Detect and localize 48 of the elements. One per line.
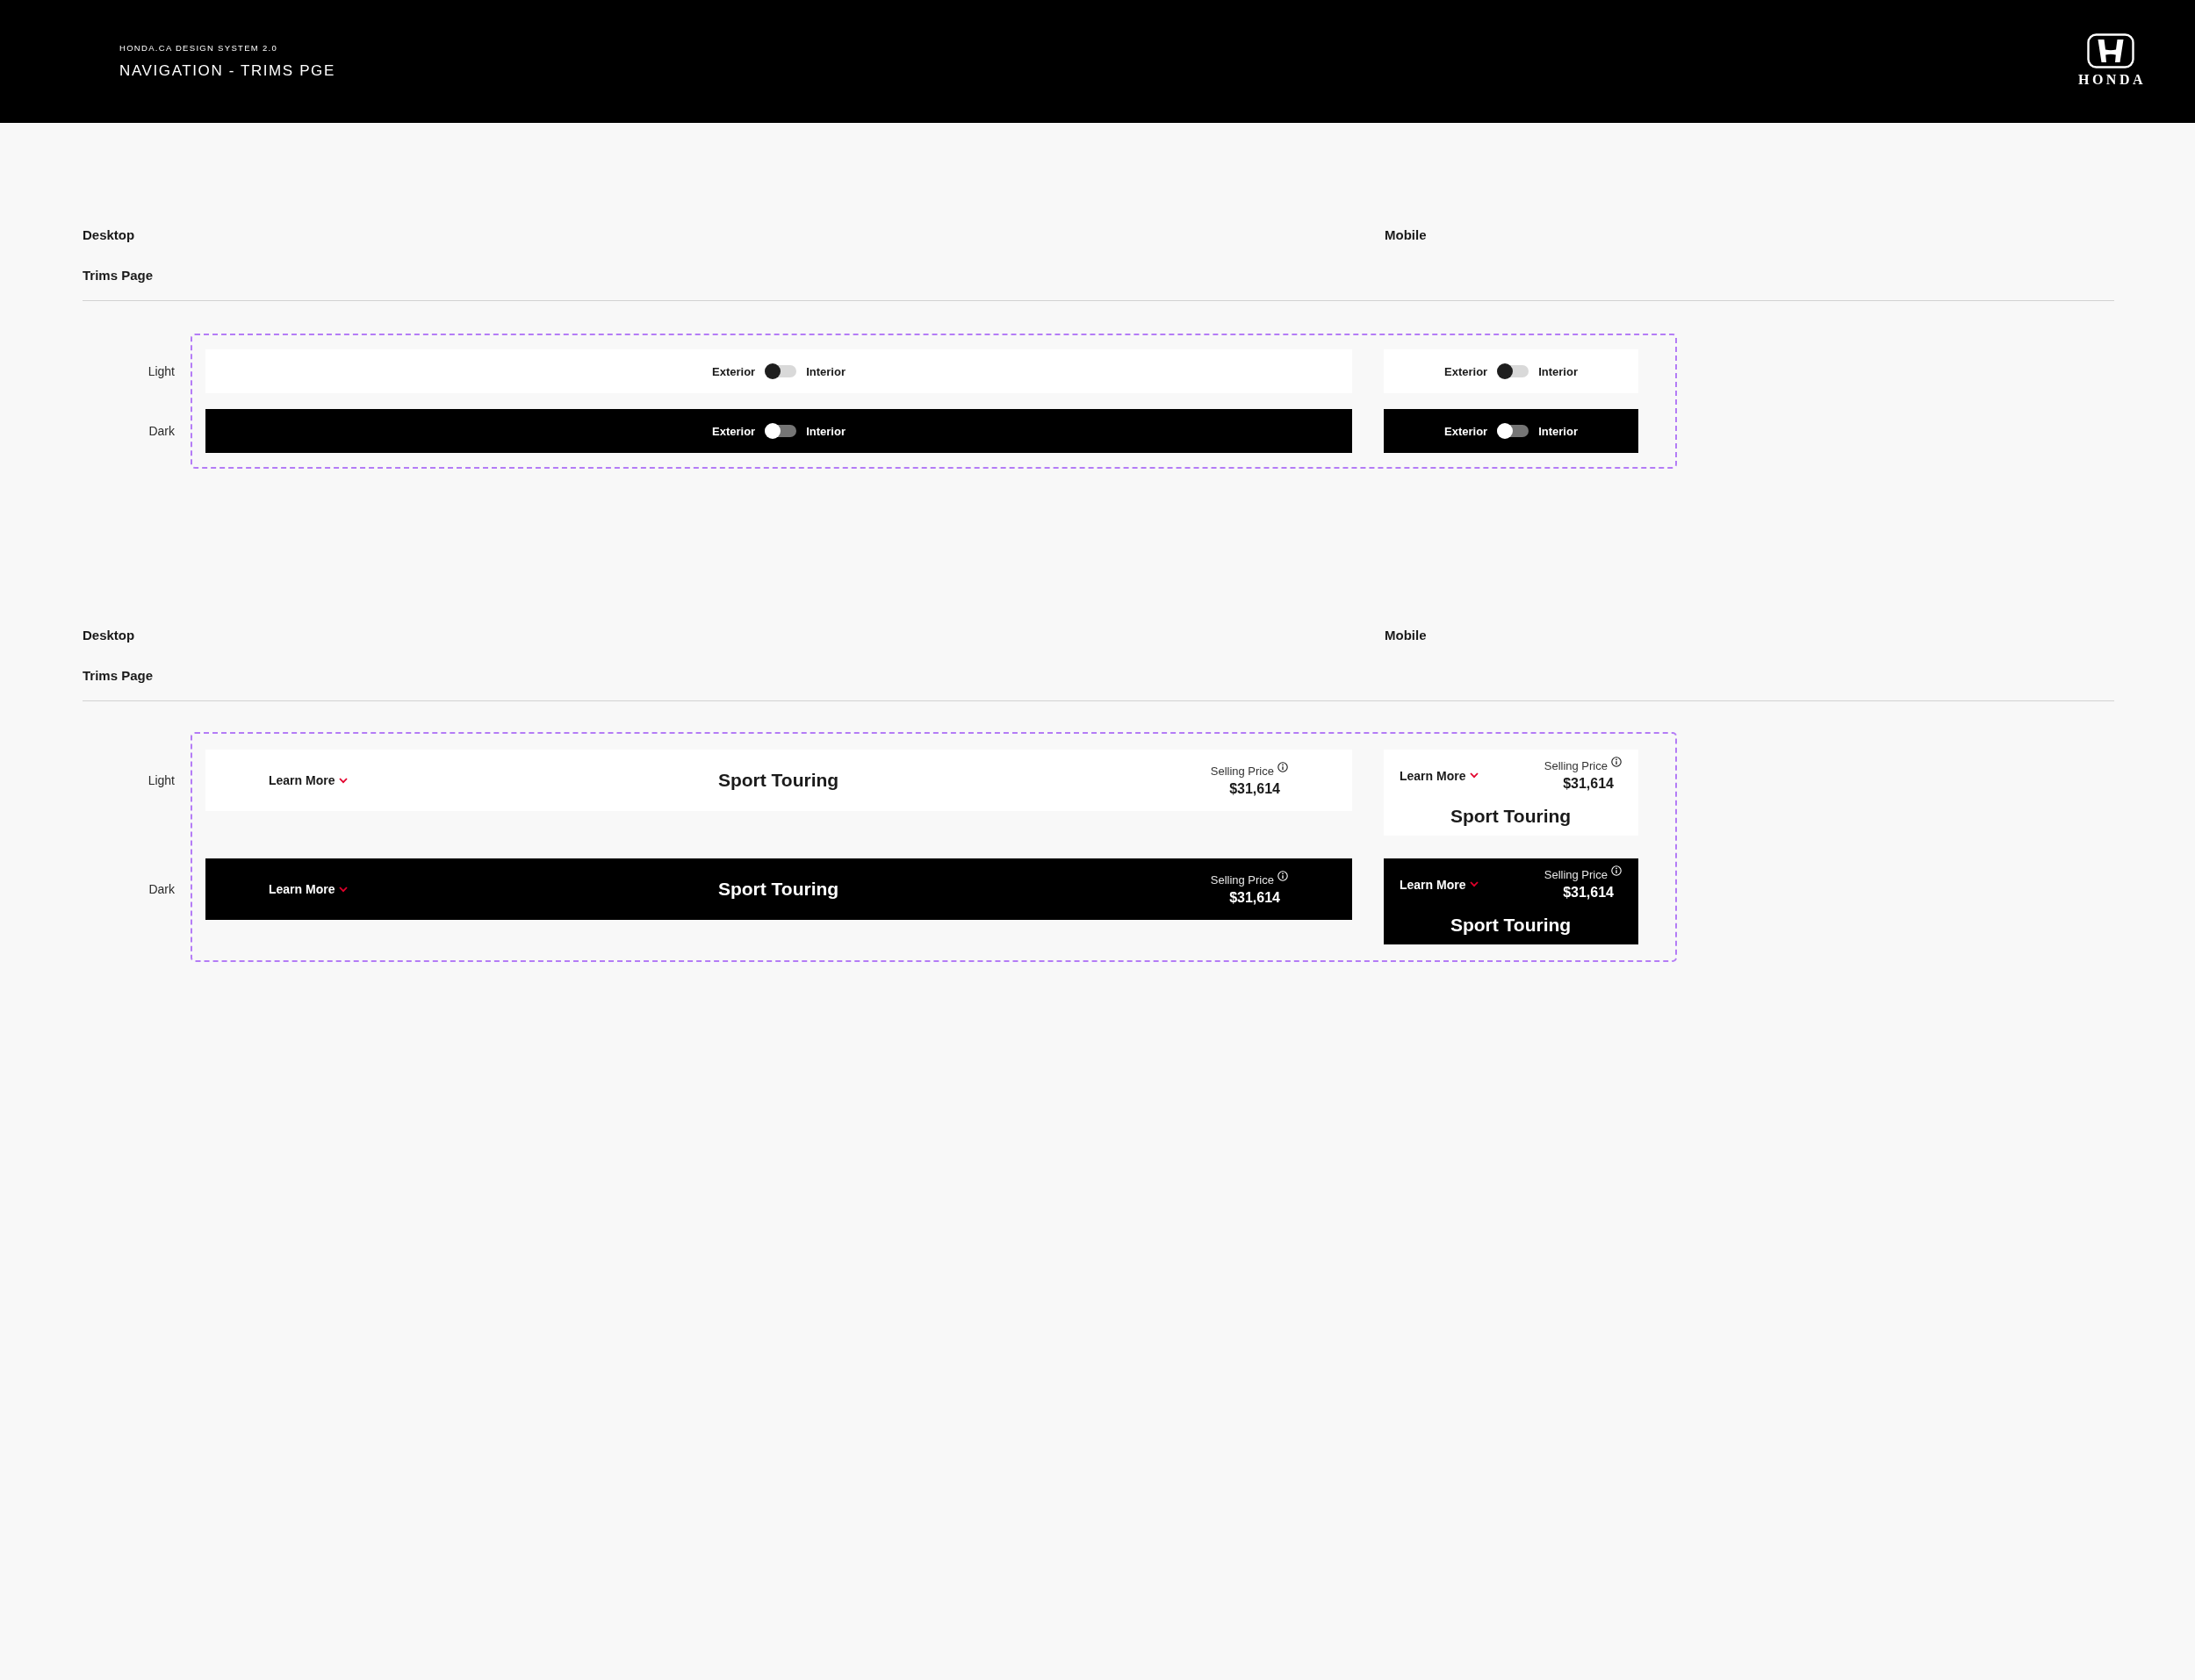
page-label: Trims Page: [83, 267, 154, 284]
option-label: Interior: [806, 364, 846, 378]
section-label: Mobile: [1385, 226, 1427, 244]
trim-name: Sport Touring: [1450, 805, 1572, 828]
price-label: Selling Price: [1210, 872, 1274, 887]
option-label: Exterior: [712, 364, 756, 378]
price-value: $31,614: [1229, 779, 1280, 797]
option-label: Interior: [1538, 364, 1578, 378]
eyebrow-text: HONDA.CA DESIGN SYSTEM 2.0: [119, 43, 278, 54]
chevron-down-icon: [1470, 772, 1479, 779]
chevron-down-icon: [1470, 881, 1479, 887]
option-label: Exterior: [1444, 424, 1488, 438]
variant-label: Dark: [148, 882, 175, 896]
option-label: Interior: [806, 424, 846, 438]
variant-label: Light: [148, 364, 175, 378]
option-label: Exterior: [712, 424, 756, 438]
learn-more-button[interactable]: Learn More: [1400, 767, 1479, 784]
page-title: NAVIGATION - TRIMS PGE: [119, 62, 335, 80]
variant-label: Light: [148, 773, 175, 787]
logo-wordmark: HONDA: [2076, 72, 2146, 87]
toggle-switch[interactable]: [765, 423, 797, 439]
price-label: Selling Price: [1544, 759, 1608, 773]
info-icon[interactable]: [1611, 757, 1622, 767]
learn-more-button[interactable]: Learn More: [1400, 876, 1479, 893]
trim-name: Sport Touring: [717, 769, 839, 792]
section-label: Mobile: [1385, 627, 1427, 644]
trim-name: Sport Touring: [717, 878, 839, 901]
info-icon[interactable]: [1277, 761, 1288, 772]
price-label: Selling Price: [1210, 764, 1274, 779]
price-value: $31,614: [1229, 888, 1280, 906]
toggle-switch[interactable]: [1497, 363, 1529, 379]
option-label: Interior: [1538, 424, 1578, 438]
chevron-down-icon: [339, 886, 349, 893]
trim-name: Sport Touring: [1450, 914, 1572, 937]
section-label: Desktop: [83, 227, 135, 242]
price-value: $31,614: [1563, 775, 1614, 792]
price-value: $31,614: [1563, 884, 1614, 901]
learn-more-button[interactable]: Learn More: [269, 881, 349, 897]
section-label: Desktop: [83, 628, 135, 643]
toggle-switch[interactable]: [1497, 423, 1529, 439]
price-label: Selling Price: [1544, 868, 1608, 882]
chevron-down-icon: [339, 777, 349, 784]
variant-label: Dark: [148, 424, 175, 438]
h-emblem-icon: [2086, 32, 2134, 68]
learn-more-button[interactable]: Learn More: [269, 772, 349, 788]
option-label: Exterior: [1444, 364, 1488, 378]
page-label: Trims Page: [83, 667, 154, 685]
toggle-switch[interactable]: [765, 363, 797, 379]
